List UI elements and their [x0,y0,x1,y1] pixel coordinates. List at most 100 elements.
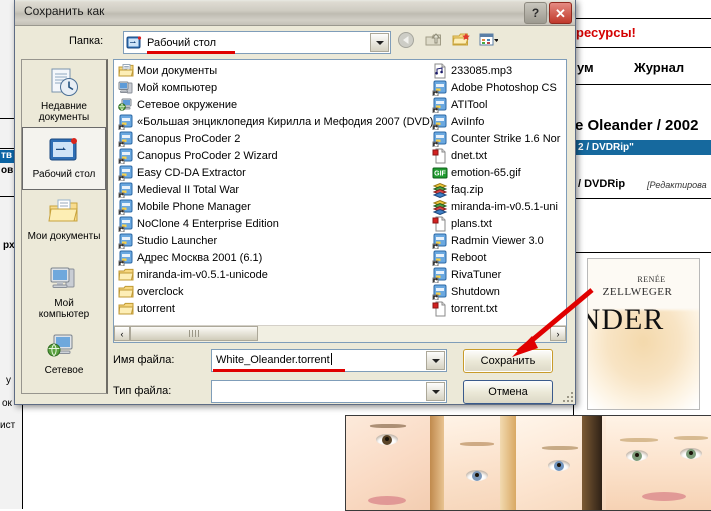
shortcut-app-icon [118,233,134,249]
file-list-item[interactable]: miranda-im-v0.5.1-uni [432,198,560,215]
file-list-item[interactable]: dnet.txt [432,147,560,164]
help-button[interactable]: ? [524,2,547,24]
cancel-button[interactable]: Отмена [463,380,553,404]
file-list-item[interactable]: AviInfo [432,113,560,130]
background-promo-text: ресурсы! [576,25,636,40]
background-movie-title: e Oleander / 2002 [575,117,699,134]
look-in-dropdown-button[interactable] [370,33,389,52]
sidebar-item-my-documents[interactable]: Мои документы [22,190,106,257]
background-selected-row: 2 / DVDRip" [575,140,711,155]
file-list-item[interactable]: Canopus ProCoder 2 [118,130,440,147]
gif-file-icon: GIF [432,165,448,181]
look-in-combo[interactable]: Рабочий стол [123,31,391,54]
close-icon: ✕ [555,5,566,21]
file-type-dropdown-button[interactable] [426,382,445,401]
desktop-icon [126,35,142,51]
file-list-pane[interactable]: Мои документы Мой компьютер Сетевое окруже… [113,59,567,343]
file-name-dropdown-button[interactable] [426,351,445,370]
dialog-title-bar[interactable]: Сохранить как ? ✕ [15,0,575,26]
file-list-item[interactable]: Адрес Москва 2001 (6.1) [118,249,440,266]
file-list-item[interactable]: torrent.txt [432,300,560,317]
back-icon[interactable] [397,30,417,50]
file-list-item[interactable]: Мои документы [118,62,440,79]
shortcut-app-icon [118,216,134,232]
look-in-value-wrap: Рабочий стол [147,36,235,54]
file-list-item[interactable]: «Большая энциклопедия Кирилла и Мефодия … [118,113,440,130]
file-list-item-label: plans.txt [451,217,492,230]
network-icon [118,97,134,113]
views-icon[interactable] [478,30,499,50]
file-list-item[interactable]: overclock [118,283,440,300]
file-list-item[interactable]: RivaTuner [432,266,560,283]
file-list-item-label: faq.zip [451,183,484,196]
file-list-item[interactable]: Мой компьютер [118,79,440,96]
shortcut-app-icon [432,80,448,96]
sidebar-item-recent-documents[interactable]: Недавние документы [22,60,106,127]
shortcut-app-icon [432,267,448,283]
folder-icon [118,301,134,317]
places-bar: Недавние документы Рабочий стол Мои доку… [21,59,108,394]
poster-thumbnail[interactable]: RENÉE ZELLWEGER NDER [587,258,700,410]
file-list-item-label: Адрес Москва 2001 (6.1) [137,251,263,264]
file-list-item-label: Easy CD-DA Extractor [137,166,246,179]
file-list-item[interactable]: GIF emotion-65.gif [432,164,560,181]
sidebar-item-label: Сетевое [44,365,84,376]
file-list-item[interactable]: Radmin Viewer 3.0 [432,232,560,249]
file-list-item-label: overclock [137,285,184,298]
file-name-input[interactable]: White_Oleander.torrent [211,349,447,372]
file-list-item-label: Reboot [451,251,487,264]
file-list-item[interactable]: Easy CD-DA Extractor [118,164,440,181]
file-list-item[interactable]: Mobile Phone Manager [118,198,440,215]
dialog-title: Сохранить как [24,4,105,18]
file-list-item[interactable]: Сетевое окружение [118,96,440,113]
scroll-left-button[interactable]: ‹ [114,326,130,341]
file-list-item[interactable]: NoClone 4 Enterprise Edition [118,215,440,232]
zip-file-icon [432,199,448,215]
file-list-item[interactable]: Counter Strike 1.6 Nor [432,130,560,147]
horizontal-scrollbar[interactable]: ‹ › [114,325,566,342]
poster-actress-last: ZELLWEGER [602,286,673,298]
save-button[interactable]: Сохранить [463,349,553,373]
scrollbar-track[interactable] [130,326,550,342]
network-icon [46,330,82,364]
file-list-item[interactable]: Reboot [432,249,560,266]
file-list-item-label: miranda-im-v0.5.1-uni [451,200,558,213]
scrollbar-thumb[interactable] [130,326,258,341]
sidebar-item-my-computer[interactable]: Мой компьютер [22,257,106,324]
file-list-item-label: Canopus ProCoder 2 Wizard [137,149,278,162]
look-in-value: Рабочий стол [147,36,217,49]
audio-file-icon [432,63,448,79]
file-list-item[interactable]: miranda-im-v0.5.1-unicode [118,266,440,283]
file-list-item[interactable]: Adobe Photoshop CS [432,79,560,96]
file-list-item-label: Сетевое окружение [137,98,238,111]
up-one-level-icon[interactable] [424,30,444,50]
file-list-item-label: 233085.mp3 [451,64,513,77]
save-as-dialog[interactable]: Сохранить как ? ✕ Папка: Рабочий стол Не… [14,0,576,405]
file-list-item[interactable]: faq.zip [432,181,560,198]
file-list-item[interactable]: Canopus ProCoder 2 Wizard [118,147,440,164]
sidebar-item-network[interactable]: Сетевое [22,324,106,391]
new-folder-icon[interactable] [451,30,471,50]
resize-grip[interactable] [561,390,573,402]
file-list-item[interactable]: Medieval II Total War [118,181,440,198]
shortcut-app-icon [432,131,448,147]
shortcut-app-icon [118,165,134,181]
file-list-item[interactable]: Shutdown [432,283,560,300]
background-nav-item[interactable]: Журнал [634,60,684,75]
faces-photo[interactable] [345,415,711,511]
sidebar-item-label: Мои документы [27,231,101,242]
file-list-item[interactable]: utorrent [118,300,440,317]
background-nav-item[interactable]: ум [577,60,594,75]
file-list-item[interactable]: Studio Launcher [118,232,440,249]
look-in-toolbar: Папка: Рабочий стол [15,26,575,58]
file-list-item[interactable]: plans.txt [432,215,560,232]
background-text-fragment: рх [3,240,15,251]
scroll-right-button[interactable]: › [550,326,566,341]
sidebar-item-desktop[interactable]: Рабочий стол [22,127,106,190]
file-type-input[interactable] [211,380,447,403]
file-list-item-label: Мои документы [137,64,218,77]
close-button[interactable]: ✕ [549,2,572,24]
file-list-item[interactable]: 233085.mp3 [432,62,560,79]
background-subtitle: / DVDRip [578,178,626,190]
file-list-item[interactable]: ATITool [432,96,560,113]
